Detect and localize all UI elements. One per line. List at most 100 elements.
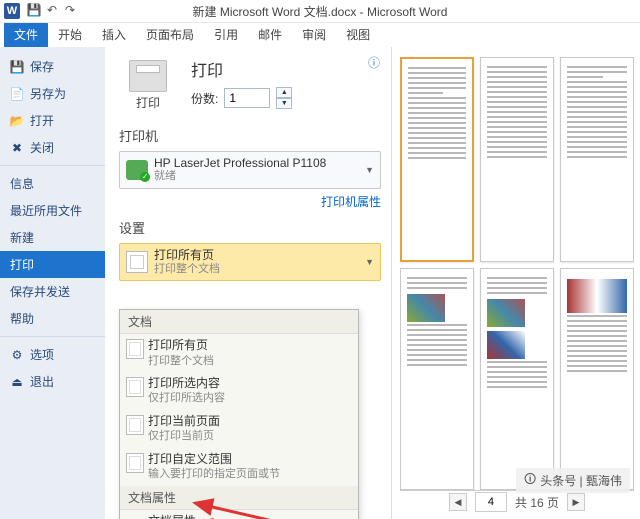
image-placeholder [487,331,525,359]
backstage-sidebar: 💾 保存 📄 另存为 📂 打开 ✖ 关闭 信息 最近所用文件 新建 打印 保存并发送 帮… [0,47,105,519]
page-thumbnail[interactable] [560,57,634,262]
page-thumbnail[interactable] [400,57,474,262]
sidebar-item-label: 最近所用文件 [10,202,82,219]
tab-insert[interactable]: 插入 [92,22,136,47]
sidebar-item-recent[interactable]: 最近所用文件 [0,197,105,224]
sidebar-item-save-send[interactable]: 保存并发送 [0,278,105,305]
dropdown-item-sub: 输入要打印的指定页面或节 [148,467,350,481]
sidebar-item-label: 选项 [30,346,54,363]
watermark: 🛈 头条号 | 甄海伟 [516,468,630,493]
save-icon: 💾 [10,60,24,74]
sidebar-item-label: 另存为 [30,85,66,102]
image-placeholder [407,294,445,322]
info-icon[interactable]: ⓘ [367,55,381,69]
options-icon: ⚙ [10,348,24,362]
dropdown-item-title: 打印自定义范围 [148,452,350,468]
dropdown-item-selection[interactable]: 打印所选内容仅打印所选内容 [120,372,358,410]
watermark-text: 头条号 | 甄海伟 [540,472,622,489]
print-button-label: 打印 [136,94,160,111]
close-icon: ✖ [10,141,24,155]
print-preview-pane: ◀ 共 16 页 ▶ [392,47,640,519]
tab-view[interactable]: 视图 [336,22,380,47]
sidebar-item-save[interactable]: 💾 保存 [0,53,105,80]
dropdown-item-title: 打印所选内容 [148,376,350,392]
page-thumbnails [400,57,634,490]
sidebar-item-label: 关闭 [30,139,54,156]
printer-status: 就绪 [154,170,326,183]
copies-spinner[interactable]: ▲▼ [276,87,292,109]
page-thumbnail[interactable] [480,57,554,262]
sidebar-item-close[interactable]: ✖ 关闭 [0,134,105,161]
tab-layout[interactable]: 页面布局 [136,22,204,47]
dropdown-item-custom-range[interactable]: 打印自定义范围输入要打印的指定页面或节 [120,448,358,486]
exit-icon: ⏏ [10,375,24,389]
page-icon [126,377,144,397]
printer-icon [129,60,167,92]
preview-status-bar: ◀ 共 16 页 ▶ [400,490,634,513]
chevron-down-icon: ▼ [365,257,374,267]
qat-redo-icon[interactable]: ↷ [62,2,78,18]
image-placeholder [487,299,525,327]
page-icon [126,415,144,435]
chevron-down-icon: ▼ [365,165,374,175]
printer-selector[interactable]: HP LaserJet Professional P1108 就绪 ▼ [119,151,381,189]
tab-home[interactable]: 开始 [48,22,92,47]
spin-up-icon[interactable]: ▲ [276,87,292,98]
print-range-selector[interactable]: 打印所有页 打印整个文档 ▼ [119,243,381,282]
sidebar-item-info[interactable]: 信息 [0,170,105,197]
printer-properties-link[interactable]: 打印机属性 [119,193,381,210]
qat-undo-icon[interactable]: ↶ [44,2,60,18]
sidebar-item-print[interactable]: 打印 [0,251,105,278]
sidebar-item-label: 帮助 [10,310,34,327]
sidebar-item-label: 新建 [10,229,34,246]
spin-down-icon[interactable]: ▼ [276,98,292,109]
copies-input[interactable] [224,88,270,108]
page-number-input[interactable] [475,492,507,512]
print-button[interactable]: 打印 [119,55,177,116]
page-thumbnail[interactable] [560,268,634,490]
page-total: 共 16 页 [515,494,559,511]
print-range-dropdown: 文档 打印所有页打印整个文档 打印所选内容仅打印所选内容 打印当前页面仅打印当前… [119,309,359,519]
print-settings-pane: 打印 打印 份数: ▲▼ ⓘ 打印机 [105,47,392,519]
tab-references[interactable]: 引用 [204,22,248,47]
dropdown-group-document: 文档 [120,310,358,334]
dropdown-item-all-pages[interactable]: 打印所有页打印整个文档 [120,334,358,372]
sidebar-item-label: 退出 [30,373,54,390]
dropdown-item-title: 打印所有页 [148,338,350,354]
next-page-button[interactable]: ▶ [567,493,585,511]
sidebar-item-label: 信息 [10,175,34,192]
sidebar-item-saveas[interactable]: 📄 另存为 [0,80,105,107]
print-range-sub: 打印整个文档 [154,263,220,277]
word-app-icon: W [4,3,20,19]
window-title: 新建 Microsoft Word 文档.docx - Microsoft Wo… [193,3,448,20]
title-bar: W 💾 ↶ ↷ 新建 Microsoft Word 文档.docx - Micr… [0,0,640,23]
prev-page-button[interactable]: ◀ [449,493,467,511]
tab-mailings[interactable]: 邮件 [248,22,292,47]
open-icon: 📂 [10,114,24,128]
dropdown-group-doc-props: 文档属性 [120,486,358,510]
page-thumbnail[interactable] [480,268,554,490]
dropdown-item-current-page[interactable]: 打印当前页面仅打印当前页 [120,410,358,448]
copies-label: 份数: [191,90,218,107]
dropdown-item-title: 文档属性 [148,514,350,519]
tab-review[interactable]: 审阅 [292,22,336,47]
sidebar-item-new[interactable]: 新建 [0,224,105,251]
qat-save-icon[interactable]: 💾 [26,2,42,18]
sidebar-item-label: 打开 [30,112,54,129]
sidebar-item-exit[interactable]: ⏏ 退出 [0,368,105,395]
image-placeholder [567,279,627,313]
sidebar-item-open[interactable]: 📂 打开 [0,107,105,134]
dropdown-item-doc-props[interactable]: 文档属性属性和值的表格 [120,510,358,519]
pages-icon [126,251,148,273]
sidebar-item-label: 保存 [30,58,54,75]
page-thumbnail[interactable] [400,268,474,490]
sidebar-item-label: 打印 [10,256,34,273]
dropdown-item-sub: 仅打印所选内容 [148,391,350,405]
dropdown-item-sub: 打印整个文档 [148,354,350,368]
saveas-icon: 📄 [10,87,24,101]
settings-heading: 设置 [119,218,381,237]
sidebar-item-label: 保存并发送 [10,283,70,300]
sidebar-item-options[interactable]: ⚙ 选项 [0,341,105,368]
tab-file[interactable]: 文件 [4,22,48,47]
sidebar-item-help[interactable]: 帮助 [0,305,105,332]
